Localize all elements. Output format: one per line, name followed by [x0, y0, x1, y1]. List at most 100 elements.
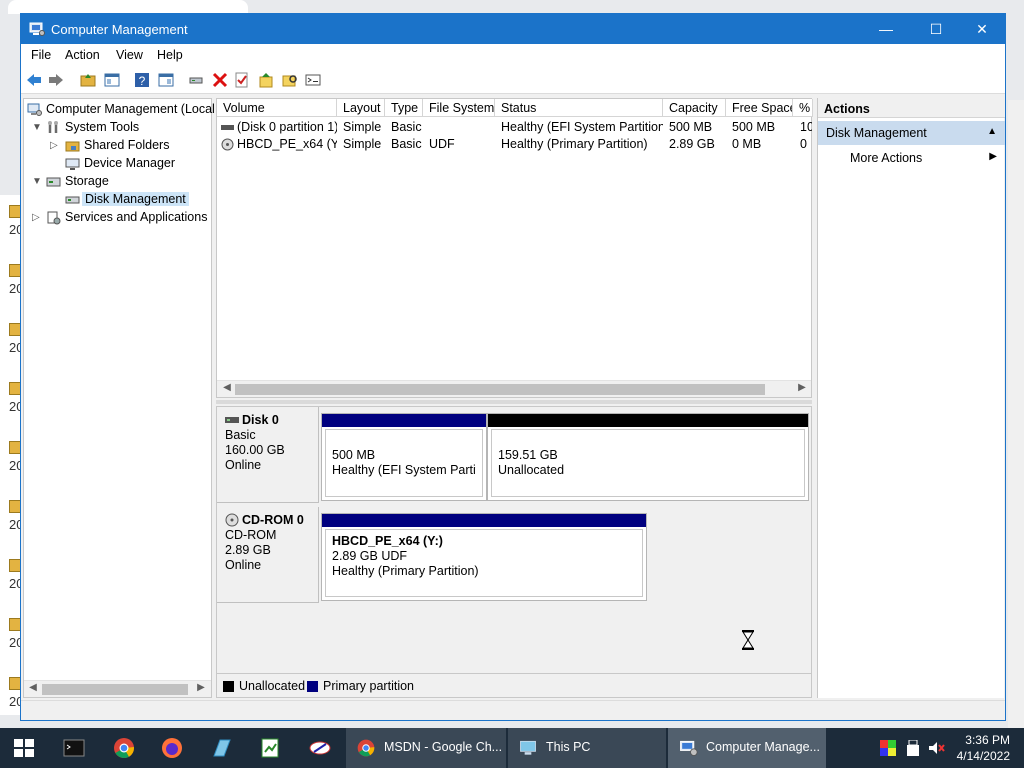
actions-section-disk-management[interactable]: Disk Management ▲ — [818, 121, 1005, 145]
primary-partition-bar — [322, 414, 486, 427]
more-actions-item[interactable]: More Actions ▶ — [818, 147, 1005, 169]
primary-partition-bar — [322, 514, 646, 527]
cell-free-space: 500 MB — [732, 120, 776, 134]
delete-icon[interactable] — [211, 71, 229, 89]
cell-type: Basic — [391, 137, 422, 151]
scroll-right-arrow-icon[interactable]: ▶ — [194, 682, 208, 693]
back-arrow-icon[interactable] — [25, 71, 43, 89]
unallocated-bar — [488, 414, 808, 427]
tree-label: Shared Folders — [84, 138, 170, 152]
pane-splitter[interactable] — [216, 400, 812, 404]
usb-drive-tray-icon[interactable] — [906, 740, 920, 756]
forward-arrow-icon[interactable] — [47, 71, 65, 89]
partition-title: HBCD_PE_x64 (Y:) — [332, 534, 443, 548]
column-header-volume[interactable]: Volume — [217, 99, 337, 117]
cell-free-space: 0 MB — [732, 137, 762, 151]
task-chrome-msdn[interactable]: MSDN - Google Ch... — [346, 728, 506, 768]
collapse-up-icon[interactable]: ▲ — [987, 126, 997, 137]
cd-rom-icon — [221, 138, 234, 151]
column-header-type[interactable]: Type — [385, 99, 423, 117]
firefox-icon[interactable] — [160, 736, 184, 760]
background-scrollbar[interactable] — [1008, 100, 1024, 728]
menu-file[interactable]: File — [31, 48, 51, 62]
task-this-pc[interactable]: This PC — [508, 728, 666, 768]
show-hide-tree-icon[interactable] — [103, 71, 121, 89]
chevron-down-icon[interactable]: ▼ — [32, 176, 42, 187]
command-prompt-icon[interactable] — [62, 736, 86, 760]
toolbar: ? — [21, 66, 1005, 94]
scrollbar-thumb[interactable] — [42, 684, 188, 695]
chevron-right-icon[interactable]: ▷ — [32, 212, 40, 223]
explorer-app-icon[interactable] — [210, 736, 234, 760]
up-folder-icon[interactable] — [79, 71, 97, 89]
system-clock[interactable]: 3:36 PM 4/14/2022 — [957, 732, 1010, 764]
menu-help[interactable]: Help — [157, 48, 183, 62]
partition-unallocated[interactable]: 159.51 GB Unallocated — [487, 413, 809, 501]
task-label: Computer Manage... — [706, 740, 820, 754]
console-icon[interactable] — [304, 71, 322, 89]
minimize-button[interactable]: — — [863, 14, 909, 44]
volume-muted-icon[interactable] — [928, 740, 946, 756]
tree-item-system-tools[interactable]: System Tools — [46, 119, 206, 137]
table-row[interactable]: (Disk 0 partition 1) Simple Basic Health… — [217, 119, 812, 136]
help-icon[interactable]: ? — [133, 71, 151, 89]
tree-item-shared-folders[interactable]: Shared Folders — [65, 137, 205, 155]
scroll-right-arrow-icon[interactable]: ▶ — [795, 382, 809, 393]
task-computer-management[interactable]: Computer Manage... — [668, 728, 826, 768]
menu-action[interactable]: Action — [65, 48, 100, 62]
disk-0-info[interactable]: Disk 0 Basic 160.00 GB Online — [217, 407, 319, 503]
column-header-capacity[interactable]: Capacity — [663, 99, 726, 117]
scroll-left-arrow-icon[interactable]: ◀ — [220, 382, 234, 393]
scroll-left-arrow-icon[interactable]: ◀ — [26, 682, 40, 693]
partition-size: 500 MB — [332, 448, 376, 462]
windows-start-icon[interactable] — [12, 736, 36, 760]
disk-icon — [225, 417, 239, 423]
table-row[interactable]: HBCD_PE_x64 (Y:) Simple Basic UDF Health… — [217, 136, 811, 153]
column-header-free-space[interactable]: Free Space — [726, 99, 793, 117]
properties-icon[interactable] — [233, 71, 251, 89]
close-button[interactable]: ✕ — [959, 14, 1005, 44]
volume-list-horizontal-scrollbar[interactable]: ◀ ▶ — [217, 380, 811, 397]
actions-header: Actions — [818, 98, 1005, 118]
cdrom-0-info[interactable]: CD-ROM 0 CD-ROM 2.89 GB Online — [217, 507, 319, 603]
background-browser-tab — [8, 0, 248, 14]
tree-item-services-applications[interactable]: Services and Applications — [46, 209, 211, 227]
disk-management-pane: Volume Layout Type File System Status Ca… — [216, 98, 813, 698]
color-app-tray-icon[interactable] — [880, 740, 896, 756]
partition-efi[interactable]: 500 MB Healthy (EFI System Partitior — [321, 413, 487, 501]
maximize-button[interactable]: ☐ — [913, 14, 959, 44]
menu-view[interactable]: View — [116, 48, 143, 62]
export-icon[interactable] — [257, 71, 275, 89]
tree-horizontal-scrollbar[interactable]: ◀ ▶ — [24, 680, 211, 697]
chrome-icon[interactable] — [112, 736, 136, 760]
disk-state: Online — [225, 558, 262, 572]
chevron-right-icon[interactable]: ▷ — [50, 140, 58, 151]
tree-item-computer-management[interactable]: Computer Management (Local — [27, 101, 215, 119]
primary-partition-swatch — [307, 681, 318, 692]
notepad-app-icon[interactable] — [258, 736, 282, 760]
computer-management-window: Computer Management — ☐ ✕ File Action Vi… — [20, 13, 1006, 721]
computer-management-icon — [27, 103, 42, 116]
disk-kind: Basic — [225, 428, 256, 442]
show-hide-action-pane-icon[interactable] — [157, 71, 175, 89]
tool-app-icon[interactable] — [308, 736, 332, 760]
tree-label: Computer Management (Local — [46, 102, 215, 116]
column-header-file-system[interactable]: File System — [423, 99, 495, 117]
search-folder-icon[interactable] — [281, 71, 299, 89]
scrollbar-thumb[interactable] — [235, 384, 765, 395]
tree-label: Services and Applications — [65, 210, 208, 224]
column-header-status[interactable]: Status — [495, 99, 663, 117]
tree-item-disk-management[interactable]: Disk Management — [65, 191, 205, 209]
svg-text:?: ? — [139, 74, 146, 88]
column-header-percent[interactable]: % — [793, 99, 813, 117]
tree-item-storage[interactable]: Storage — [46, 173, 206, 191]
this-pc-icon — [520, 740, 536, 755]
partition-hbcd[interactable]: HBCD_PE_x64 (Y:) 2.89 GB UDF Healthy (Pr… — [321, 513, 647, 601]
clock-date: 4/14/2022 — [956, 749, 1010, 763]
tree-item-device-manager[interactable]: Device Manager — [65, 155, 205, 173]
storage-icon — [46, 177, 61, 187]
chevron-down-icon[interactable]: ▼ — [32, 122, 42, 133]
title-bar[interactable]: Computer Management — ☐ ✕ — [21, 14, 1005, 44]
connect-drive-icon[interactable] — [187, 71, 205, 89]
column-header-layout[interactable]: Layout — [337, 99, 385, 117]
